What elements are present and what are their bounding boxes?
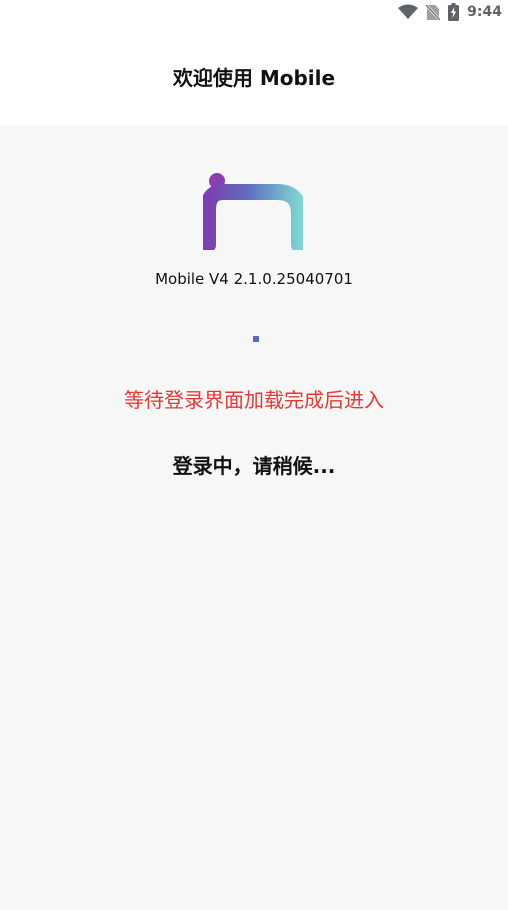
status-icons: 9:44 <box>398 3 502 21</box>
battery-charging-icon <box>448 3 460 21</box>
no-sim-icon <box>426 3 441 21</box>
status-bar: 9:44 <box>0 0 508 24</box>
wifi-icon <box>398 4 419 19</box>
app-header: 欢迎使用 Mobile <box>0 24 508 126</box>
load-hint-text: 等待登录界面加载完成后进入 <box>124 388 384 412</box>
page-title: 欢迎使用 Mobile <box>172 66 336 90</box>
login-status-text: 登录中，请稍候... <box>172 454 336 478</box>
loading-spinner <box>253 336 259 342</box>
splash-content: Mobile V4 2.1.0.25040701 等待登录界面加载完成后进入 登… <box>0 126 508 910</box>
status-time: 9:44 <box>467 4 502 20</box>
im-logo-icon <box>203 173 303 250</box>
app-version: Mobile V4 2.1.0.25040701 <box>155 270 353 288</box>
